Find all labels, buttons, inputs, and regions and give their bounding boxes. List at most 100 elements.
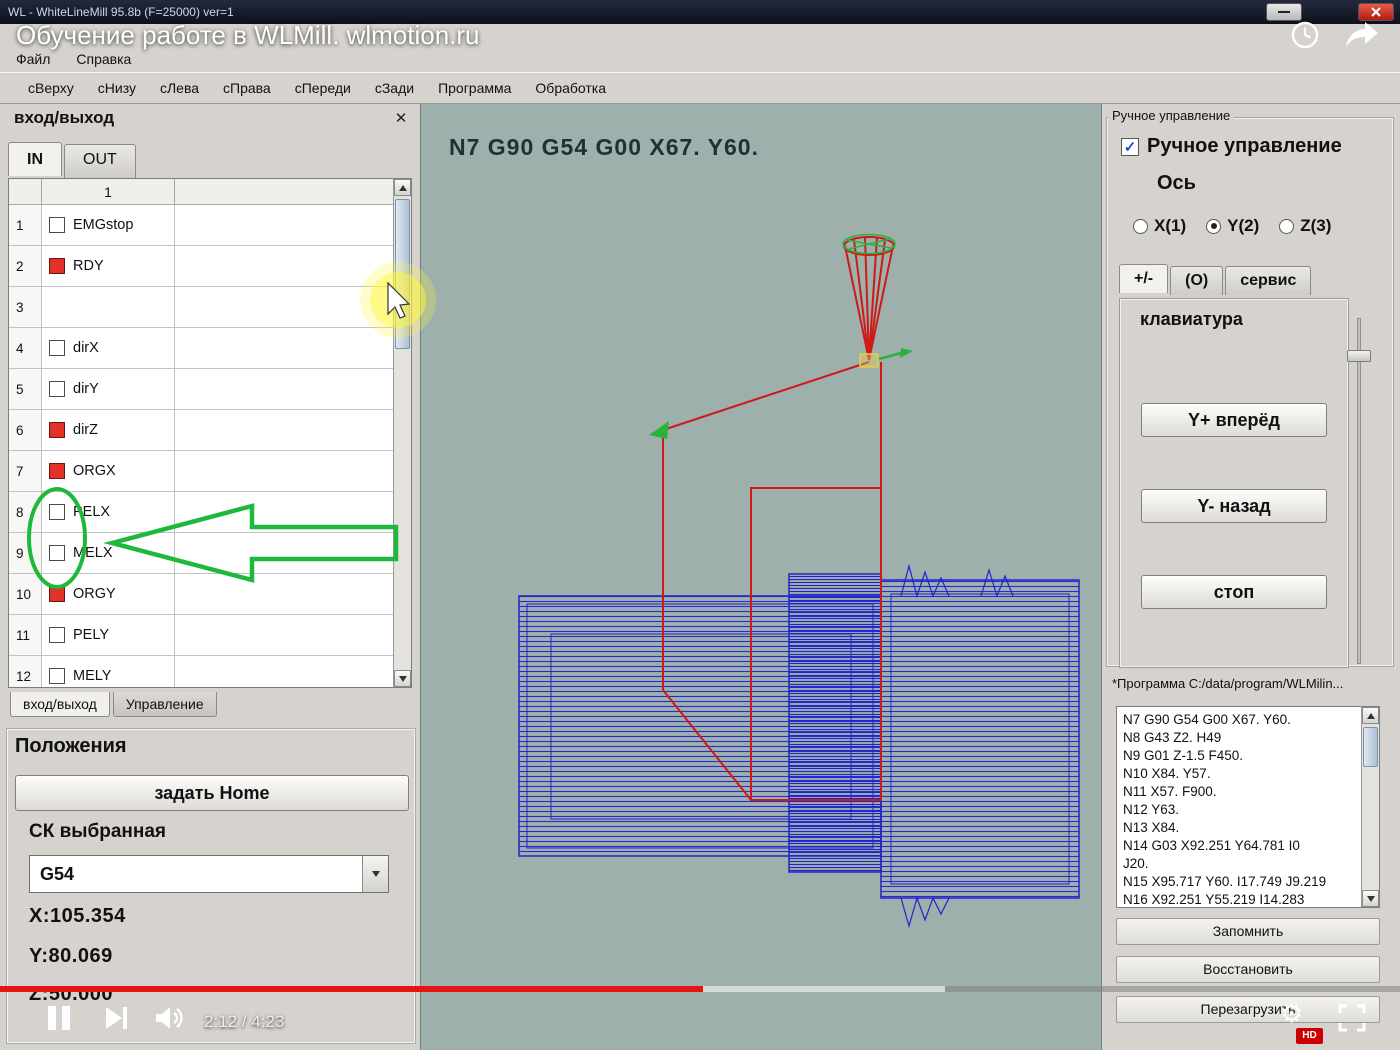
set-home-button[interactable]: задать Home [15,775,409,811]
scroll-up-icon[interactable] [394,179,411,196]
settings-gear-icon[interactable]: ⚙ [1280,998,1303,1029]
remember-button[interactable]: Запомнить [1116,918,1380,945]
io-checkbox[interactable] [49,258,65,274]
radio-dot[interactable] [1206,218,1222,234]
chevron-down-icon[interactable] [362,856,388,892]
tab-out[interactable]: OUT [64,144,136,178]
video-time: 2:12 / 4:23 [204,1012,285,1031]
table-row[interactable]: 11 PELY [9,615,411,656]
table-row[interactable]: 7 ORGX [9,451,411,492]
toolpath-viewport[interactable]: N7 G90 G54 G00 X67. Y60. [420,104,1102,1050]
radio-axis-y[interactable]: Y(2) [1206,216,1259,236]
table-row[interactable]: 5 dirY [9,369,411,410]
gcode-line: N13 X84. [1123,820,1180,835]
row-number: 8 [9,492,42,532]
volume-icon[interactable] [154,1004,186,1032]
radio-label: Z(3) [1300,216,1332,235]
speed-slider-track[interactable] [1357,318,1361,664]
menu-help[interactable]: Справка [76,51,131,67]
row-number: 3 [9,287,42,327]
table-row[interactable]: 1 EMGstop [9,205,411,246]
io-checkbox[interactable] [49,340,65,356]
scroll-down-icon[interactable] [394,670,411,687]
io-checkbox[interactable] [49,217,65,233]
table-row[interactable]: 4 dirX [9,328,411,369]
tab-service[interactable]: сервис [1225,266,1312,295]
table-row[interactable]: 8 PELX [9,492,411,533]
row-number: 6 [9,410,42,450]
scrollbar-thumb[interactable] [395,199,410,349]
io-tabs: IN OUT [8,142,138,178]
io-checkbox[interactable] [49,381,65,397]
io-table-scrollbar[interactable] [393,179,411,687]
io-checkbox[interactable] [49,463,65,479]
io-column-header: 1 [42,179,175,204]
video-title[interactable]: Обучение работе в WLMill. wlmotion.ru [16,20,480,51]
view-toolbar: сВерху сНизу сЛева сПрава сПереди сЗади … [0,72,1400,104]
io-label: dirZ [73,422,98,438]
program-scrollbar[interactable] [1361,707,1379,907]
manual-group-caption: Ручное управление [1108,108,1235,123]
io-checkbox[interactable] [49,668,65,684]
io-label: EMGstop [73,217,134,233]
io-checkbox[interactable] [49,586,65,602]
next-icon[interactable] [104,1004,130,1032]
jog-back-button[interactable]: Y- назад [1141,489,1327,523]
close-window-button[interactable] [1358,3,1394,21]
gcode-line: N15 X95.717 Y60. I17.749 J9.219 [1123,874,1327,889]
io-checkbox[interactable] [49,627,65,643]
toolbar-view-back[interactable]: сЗади [375,80,414,96]
tab-in[interactable]: IN [8,142,62,176]
share-icon[interactable] [1344,20,1380,50]
table-row[interactable]: 12 MELY [9,656,411,687]
io-checkbox[interactable] [49,422,65,438]
video-progress-track[interactable] [0,986,1400,992]
toolbar-view-right[interactable]: сПрава [223,80,271,96]
jog-forward-button[interactable]: Y+ вперёд [1141,403,1327,437]
pause-icon[interactable] [46,1004,72,1032]
table-row[interactable]: 10 ORGY [9,574,411,615]
restore-button[interactable]: Восстановить [1116,956,1380,983]
dock-tab-control[interactable]: Управление [112,692,217,717]
io-label: dirY [73,381,99,397]
toolbar-view-front[interactable]: сПереди [295,80,351,96]
table-row[interactable]: 9 MELX [9,533,411,574]
tab-o[interactable]: (О) [1170,266,1224,295]
program-text-area[interactable]: N7 G90 G54 G00 X67. Y60. N8 G43 Z2. H49 … [1116,706,1380,908]
radio-dot[interactable] [1279,218,1295,234]
table-row[interactable]: 6 dirZ [9,410,411,451]
manual-enable-checkbox[interactable]: ✓ [1121,137,1139,156]
scroll-up-icon[interactable] [1362,707,1379,724]
speed-slider-thumb[interactable] [1347,350,1371,362]
io-checkbox[interactable] [49,545,65,561]
gcode-line: N8 G43 Z2. H49 [1123,730,1222,745]
scrollbar-thumb[interactable] [1363,727,1378,767]
fullscreen-icon[interactable] [1338,1004,1366,1032]
io-label: RDY [73,258,104,274]
toolbar-processing[interactable]: Обработка [535,80,606,96]
table-row[interactable]: 2 RDY [9,246,411,287]
toolbar-view-left[interactable]: сЛева [160,80,199,96]
menu-file[interactable]: Файл [16,51,50,67]
table-row[interactable]: 3 [9,287,411,328]
tab-plus-minus[interactable]: +/- [1119,264,1169,293]
scroll-down-icon[interactable] [1362,890,1379,907]
stop-button[interactable]: стоп [1141,575,1327,609]
toolpath-blue-blocks [518,563,1080,929]
io-checkbox[interactable] [49,504,65,520]
radio-dot[interactable] [1133,218,1148,234]
row-number: 4 [9,328,42,368]
cs-dropdown[interactable]: G54 [29,855,389,893]
minimize-button[interactable] [1266,3,1302,21]
tool-position-marker [649,348,913,439]
toolbar-view-bottom[interactable]: сНизу [98,80,136,96]
toolbar-program[interactable]: Программа [438,80,511,96]
io-panel-close-icon[interactable]: ✕ [390,108,412,130]
gcode-line: N16 X92.251 Y55.219 I14.283 [1123,892,1305,907]
watch-later-icon[interactable] [1290,20,1320,50]
toolpath-3d-view[interactable] [421,104,1103,1050]
radio-axis-x[interactable]: X(1) [1133,216,1186,236]
radio-axis-z[interactable]: Z(3) [1279,216,1331,236]
dock-tab-io[interactable]: вход/выход [10,692,110,717]
toolbar-view-top[interactable]: сВерху [28,80,74,96]
